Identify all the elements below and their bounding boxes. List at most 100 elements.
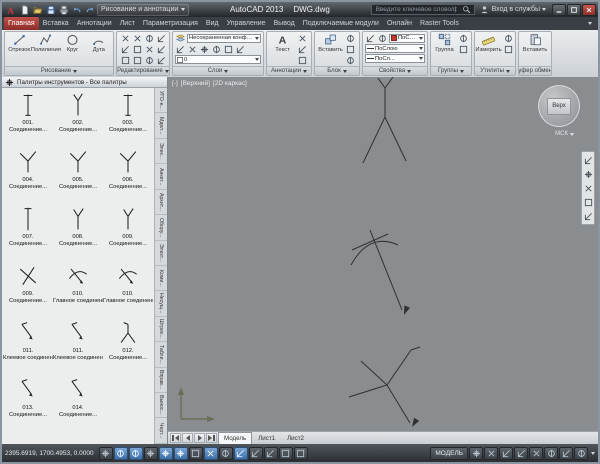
ribbon-tab[interactable]: Вставка	[39, 17, 73, 30]
block-tool-icon[interactable]	[345, 55, 356, 65]
navbar-tool-icon[interactable]	[583, 183, 594, 193]
text-button[interactable]: AТекст	[270, 33, 295, 53]
modify-tool-icon[interactable]	[144, 33, 155, 43]
layout-tab[interactable]: Лист1	[252, 432, 281, 444]
insert-block-button[interactable]: Вставить	[318, 33, 343, 53]
palette-group-tab[interactable]: Вправ...	[155, 368, 167, 393]
status-utility-icon[interactable]	[484, 447, 498, 460]
close-button[interactable]	[582, 4, 596, 16]
panel-label-modify[interactable]: Редактирование	[117, 66, 169, 75]
palette-group-tab[interactable]: Архит...	[155, 190, 167, 215]
viewport-view-control[interactable]: [Верхний]	[181, 80, 210, 87]
search-input[interactable]	[374, 5, 459, 14]
layer-states-icon[interactable]	[175, 33, 186, 43]
layer-state-combo[interactable]: Несохраненная конфигурация сло...	[187, 34, 261, 43]
modify-tool-icon[interactable]	[156, 44, 167, 54]
plot-button[interactable]	[57, 4, 70, 16]
ducs-toggle[interactable]	[219, 447, 233, 460]
object-color-combo[interactable]: ПоСлою	[389, 34, 425, 43]
lineweight-combo[interactable]: ПоСл...	[365, 54, 425, 63]
model-space-toggle[interactable]: МОДЕЛЬ	[430, 447, 468, 460]
modify-tool-icon[interactable]	[156, 55, 167, 65]
open-button[interactable]	[31, 4, 44, 16]
panel-label-groups[interactable]: Группы	[431, 66, 471, 75]
palette-group-tab[interactable]: Табли...	[155, 342, 167, 367]
drawing-canvas[interactable]: [-] [Верхний] [2D каркас] Верх МСК	[168, 77, 598, 431]
ribbon-tab[interactable]: Вид	[202, 17, 223, 30]
annotation-tool-icon[interactable]	[297, 33, 308, 43]
layer-tool-icon[interactable]	[175, 44, 186, 54]
status-utility-icon[interactable]	[469, 447, 483, 460]
palette-group-tab[interactable]: Элек...	[155, 139, 167, 164]
modify-tool-icon[interactable]	[156, 33, 167, 43]
viewcube[interactable]: Верх	[538, 85, 580, 127]
group-tool-icon[interactable]	[458, 44, 469, 54]
ribbon-tab[interactable]: Raster Tools	[416, 17, 463, 30]
status-utility-icon[interactable]	[559, 447, 573, 460]
layer-tool-icon[interactable]	[223, 44, 234, 54]
navbar-tool-icon[interactable]	[583, 211, 594, 221]
ribbon-tab[interactable]: Подключаемые модули	[299, 17, 383, 30]
otrack-toggle[interactable]	[204, 447, 218, 460]
palette-group-tab[interactable]: Мдел...	[155, 113, 167, 138]
modify-tool-icon[interactable]	[132, 44, 143, 54]
selection-cycling-toggle[interactable]	[294, 447, 308, 460]
osnap-toggle[interactable]	[174, 447, 188, 460]
panel-label-properties[interactable]: Свойства	[363, 66, 427, 75]
ribbon-tab[interactable]: Параметризация	[139, 17, 202, 30]
modify-tool-icon[interactable]	[120, 55, 131, 65]
panel-label-utilities[interactable]: Утилиты	[475, 66, 515, 75]
panel-label-annotation[interactable]: Аннотации	[267, 66, 311, 75]
redo-button[interactable]	[83, 4, 96, 16]
palette-group-tab[interactable]: Вынос...	[155, 393, 167, 418]
next-layout-button[interactable]	[194, 433, 205, 443]
tray-menu-caret[interactable]	[591, 452, 595, 455]
modify-tool-icon[interactable]	[144, 44, 155, 54]
previous-layout-button[interactable]	[182, 433, 193, 443]
minimize-button[interactable]	[552, 4, 566, 16]
status-utility-icon[interactable]	[514, 447, 528, 460]
utility-tool-icon[interactable]	[503, 44, 514, 54]
new-file-button[interactable]	[18, 4, 31, 16]
undo-button[interactable]	[70, 4, 83, 16]
palette-item[interactable]: 004.Соединение...	[3, 147, 53, 204]
last-layout-button[interactable]	[206, 433, 217, 443]
search-icon[interactable]	[461, 5, 472, 15]
layer-combo[interactable]: 0	[175, 55, 261, 64]
palette-item[interactable]: 011.Клеевое соединение 2	[53, 318, 103, 375]
signin-button[interactable]: Вход в службы	[476, 5, 549, 15]
tool-palette-header[interactable]: Палитры инструментов - Все палитры	[2, 77, 167, 88]
paste-button[interactable]: Вставить	[523, 33, 548, 53]
polar-toggle[interactable]	[159, 447, 173, 460]
properties-tool-icon[interactable]	[377, 33, 388, 43]
ribbon-tab[interactable]: Аннотации	[73, 17, 116, 30]
palette-item[interactable]: 010.Главное соединение 2	[103, 261, 153, 318]
modify-tool-icon[interactable]	[120, 44, 131, 54]
annotation-tool-icon[interactable]	[297, 55, 308, 65]
palette-group-tab[interactable]: Обору...	[155, 215, 167, 240]
palette-group-tab[interactable]: УГО-н...	[155, 88, 167, 113]
draw-tool-button[interactable]: Полилиния	[33, 33, 58, 53]
panel-label-layers[interactable]: Слои	[173, 66, 263, 75]
draw-tool-button[interactable]: Дуга	[87, 33, 111, 53]
draw-tool-button[interactable]: Круг	[60, 33, 84, 53]
properties-tool-icon[interactable]	[365, 33, 376, 43]
palette-item[interactable]: 001.Соединение...	[3, 90, 53, 147]
block-tool-icon[interactable]	[345, 44, 356, 54]
palette-group-tab[interactable]: Штрих...	[155, 317, 167, 342]
block-tool-icon[interactable]	[345, 33, 356, 43]
modify-tool-icon[interactable]	[144, 55, 155, 65]
utility-tool-icon[interactable]	[503, 33, 514, 43]
infer-constraints-toggle[interactable]	[99, 447, 113, 460]
palette-item[interactable]: 009.Соединение...	[3, 261, 53, 318]
ribbon-tab[interactable]: Онлайн	[383, 17, 416, 30]
ribbon-tab[interactable]: Главная	[4, 17, 39, 30]
snap-toggle[interactable]	[114, 447, 128, 460]
navbar-tool-icon[interactable]	[583, 155, 594, 165]
palette-group-tab[interactable]: Элект...	[155, 241, 167, 266]
draw-tool-button[interactable]: Отрезок	[7, 33, 31, 53]
palette-group-tab[interactable]: Анкет...	[155, 164, 167, 189]
ortho-toggle[interactable]	[144, 447, 158, 460]
viewport-menu-control[interactable]: [-]	[172, 80, 178, 87]
palette-group-tab[interactable]: Несущ...	[155, 291, 167, 316]
